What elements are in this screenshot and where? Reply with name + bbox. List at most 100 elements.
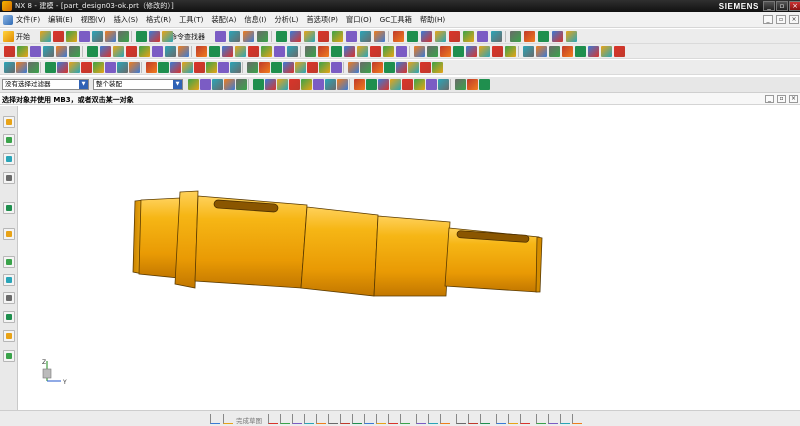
resource-bar-tab-icon[interactable]	[3, 153, 15, 165]
toolbar-tool-icon[interactable]	[614, 46, 625, 57]
snap-tool-icon[interactable]	[304, 414, 314, 424]
toolbar-tool-icon[interactable]	[43, 46, 54, 57]
snap-tool-icon[interactable]	[548, 414, 558, 424]
toolbar-tool-icon[interactable]	[463, 31, 474, 42]
toolbar-tool-icon[interactable]	[105, 62, 116, 73]
toolbar-tool-icon[interactable]	[224, 79, 235, 90]
snap-tool-icon[interactable]	[416, 414, 426, 424]
toolbar-tool-icon[interactable]	[93, 62, 104, 73]
toolbar-tool-icon[interactable]	[307, 62, 318, 73]
toolbar-tool-icon[interactable]	[40, 31, 51, 42]
toolbar-tool-icon[interactable]	[212, 79, 223, 90]
toolbar-tool-icon[interactable]	[253, 79, 264, 90]
snap-tool-icon[interactable]	[496, 414, 506, 424]
toolbar-tool-icon[interactable]	[510, 31, 521, 42]
menu-tools[interactable]: 工具(T)	[179, 15, 203, 25]
toolbar-tool-icon[interactable]	[4, 62, 15, 73]
toolbar-tool-icon[interactable]	[257, 31, 268, 42]
snap-tool-icon[interactable]	[572, 414, 582, 424]
resource-bar-tab-icon[interactable]	[3, 274, 15, 286]
toolbar-tool-icon[interactable]	[152, 46, 163, 57]
toolbar-tool-icon[interactable]	[432, 62, 443, 73]
toolbar-tool-icon[interactable]	[209, 46, 220, 57]
toolbar-tool-icon[interactable]	[466, 46, 477, 57]
menu-assemblies[interactable]: 装配(A)	[211, 15, 236, 25]
snap-tool-icon[interactable]	[428, 414, 438, 424]
toolbar-tool-icon[interactable]	[354, 79, 365, 90]
close-button[interactable]: ×	[789, 1, 800, 11]
toolbar-tool-icon[interactable]	[374, 31, 385, 42]
doc-close-button[interactable]: ×	[789, 15, 799, 24]
toolbar-tool-icon[interactable]	[408, 62, 419, 73]
toolbar-tool-icon[interactable]	[182, 62, 193, 73]
resource-bar-tab-icon[interactable]	[3, 202, 15, 214]
graphics-window[interactable]: Z Y	[19, 106, 800, 410]
snap-tool-icon[interactable]	[210, 414, 220, 424]
toolbar-tool-icon[interactable]	[393, 31, 404, 42]
toolbar-tool-icon[interactable]	[274, 46, 285, 57]
toolbar-tool-icon[interactable]	[265, 79, 276, 90]
snap-tool-icon[interactable]	[223, 414, 233, 424]
toolbar-tool-icon[interactable]	[455, 79, 466, 90]
toolbar-tool-icon[interactable]	[165, 46, 176, 57]
nx-menu-icon[interactable]	[3, 14, 13, 25]
snap-tool-icon[interactable]	[352, 414, 362, 424]
toolbar-tool-icon[interactable]	[370, 46, 381, 57]
toolbar-tool-icon[interactable]	[491, 31, 502, 42]
toolbar-tool-icon[interactable]	[149, 31, 160, 42]
resource-bar-tab-icon[interactable]	[3, 172, 15, 184]
toolbar-tool-icon[interactable]	[331, 46, 342, 57]
toolbar-tool-icon[interactable]	[129, 62, 140, 73]
minimize-button[interactable]: _	[763, 1, 775, 11]
toolbar-tool-icon[interactable]	[492, 46, 503, 57]
snap-tool-icon[interactable]	[468, 414, 478, 424]
toolbar-tool-icon[interactable]	[243, 31, 254, 42]
snap-tool-icon[interactable]	[388, 414, 398, 424]
toolbar-tool-icon[interactable]	[331, 62, 342, 73]
toolbar-tool-icon[interactable]	[105, 31, 116, 42]
menu-edit[interactable]: 编辑(E)	[48, 15, 73, 25]
toolbar-tool-icon[interactable]	[348, 62, 359, 73]
resource-bar-tab-icon[interactable]	[3, 256, 15, 268]
toolbar-tool-icon[interactable]	[438, 79, 449, 90]
toolbar-tool-icon[interactable]	[277, 79, 288, 90]
resource-bar-tab-icon[interactable]	[3, 330, 15, 342]
toolbar-tool-icon[interactable]	[146, 62, 157, 73]
type-filter-select[interactable]: 没有选择过滤器 ▼	[2, 79, 89, 90]
toolbar-tool-icon[interactable]	[17, 46, 28, 57]
toolbar-tool-icon[interactable]	[259, 62, 270, 73]
toolbar-tool-icon[interactable]	[319, 62, 330, 73]
toolbar-tool-icon[interactable]	[467, 79, 478, 90]
cue-close-button[interactable]: ×	[789, 95, 798, 103]
toolbar-tool-icon[interactable]	[235, 46, 246, 57]
toolbar-tool-icon[interactable]	[366, 79, 377, 90]
snap-tool-icon[interactable]	[316, 414, 326, 424]
toolbar-tool-icon[interactable]	[222, 46, 233, 57]
toolbar-tool-icon[interactable]	[45, 62, 56, 73]
menu-analysis[interactable]: 分析(L)	[274, 15, 298, 25]
toolbar-tool-icon[interactable]	[566, 31, 577, 42]
toolbar-tool-icon[interactable]	[118, 31, 129, 42]
toolbar-tool-icon[interactable]	[276, 31, 287, 42]
toolbar-tool-icon[interactable]	[194, 62, 205, 73]
menu-view[interactable]: 视图(V)	[81, 15, 106, 25]
toolbar-tool-icon[interactable]	[402, 79, 413, 90]
doc-minimize-button[interactable]: _	[763, 15, 773, 24]
toolbar-tool-icon[interactable]	[575, 46, 586, 57]
snap-tool-icon[interactable]	[508, 414, 518, 424]
snap-tool-icon[interactable]	[340, 414, 350, 424]
toolbar-tool-icon[interactable]	[427, 46, 438, 57]
snap-tool-icon[interactable]	[292, 414, 302, 424]
toolbar-tool-icon[interactable]	[523, 46, 534, 57]
toolbar-tool-icon[interactable]	[69, 62, 80, 73]
toolbar-tool-icon[interactable]	[360, 62, 371, 73]
toolbar-tool-icon[interactable]	[261, 46, 272, 57]
toolbar-tool-icon[interactable]	[79, 31, 90, 42]
toolbar-tool-icon[interactable]	[178, 46, 189, 57]
toolbar-tool-icon[interactable]	[372, 62, 383, 73]
toolbar-tool-icon[interactable]	[318, 31, 329, 42]
chevron-down-icon[interactable]: ▼	[173, 80, 182, 89]
snap-tool-icon[interactable]	[560, 414, 570, 424]
toolbar-tool-icon[interactable]	[407, 31, 418, 42]
toolbar-tool-icon[interactable]	[113, 46, 124, 57]
